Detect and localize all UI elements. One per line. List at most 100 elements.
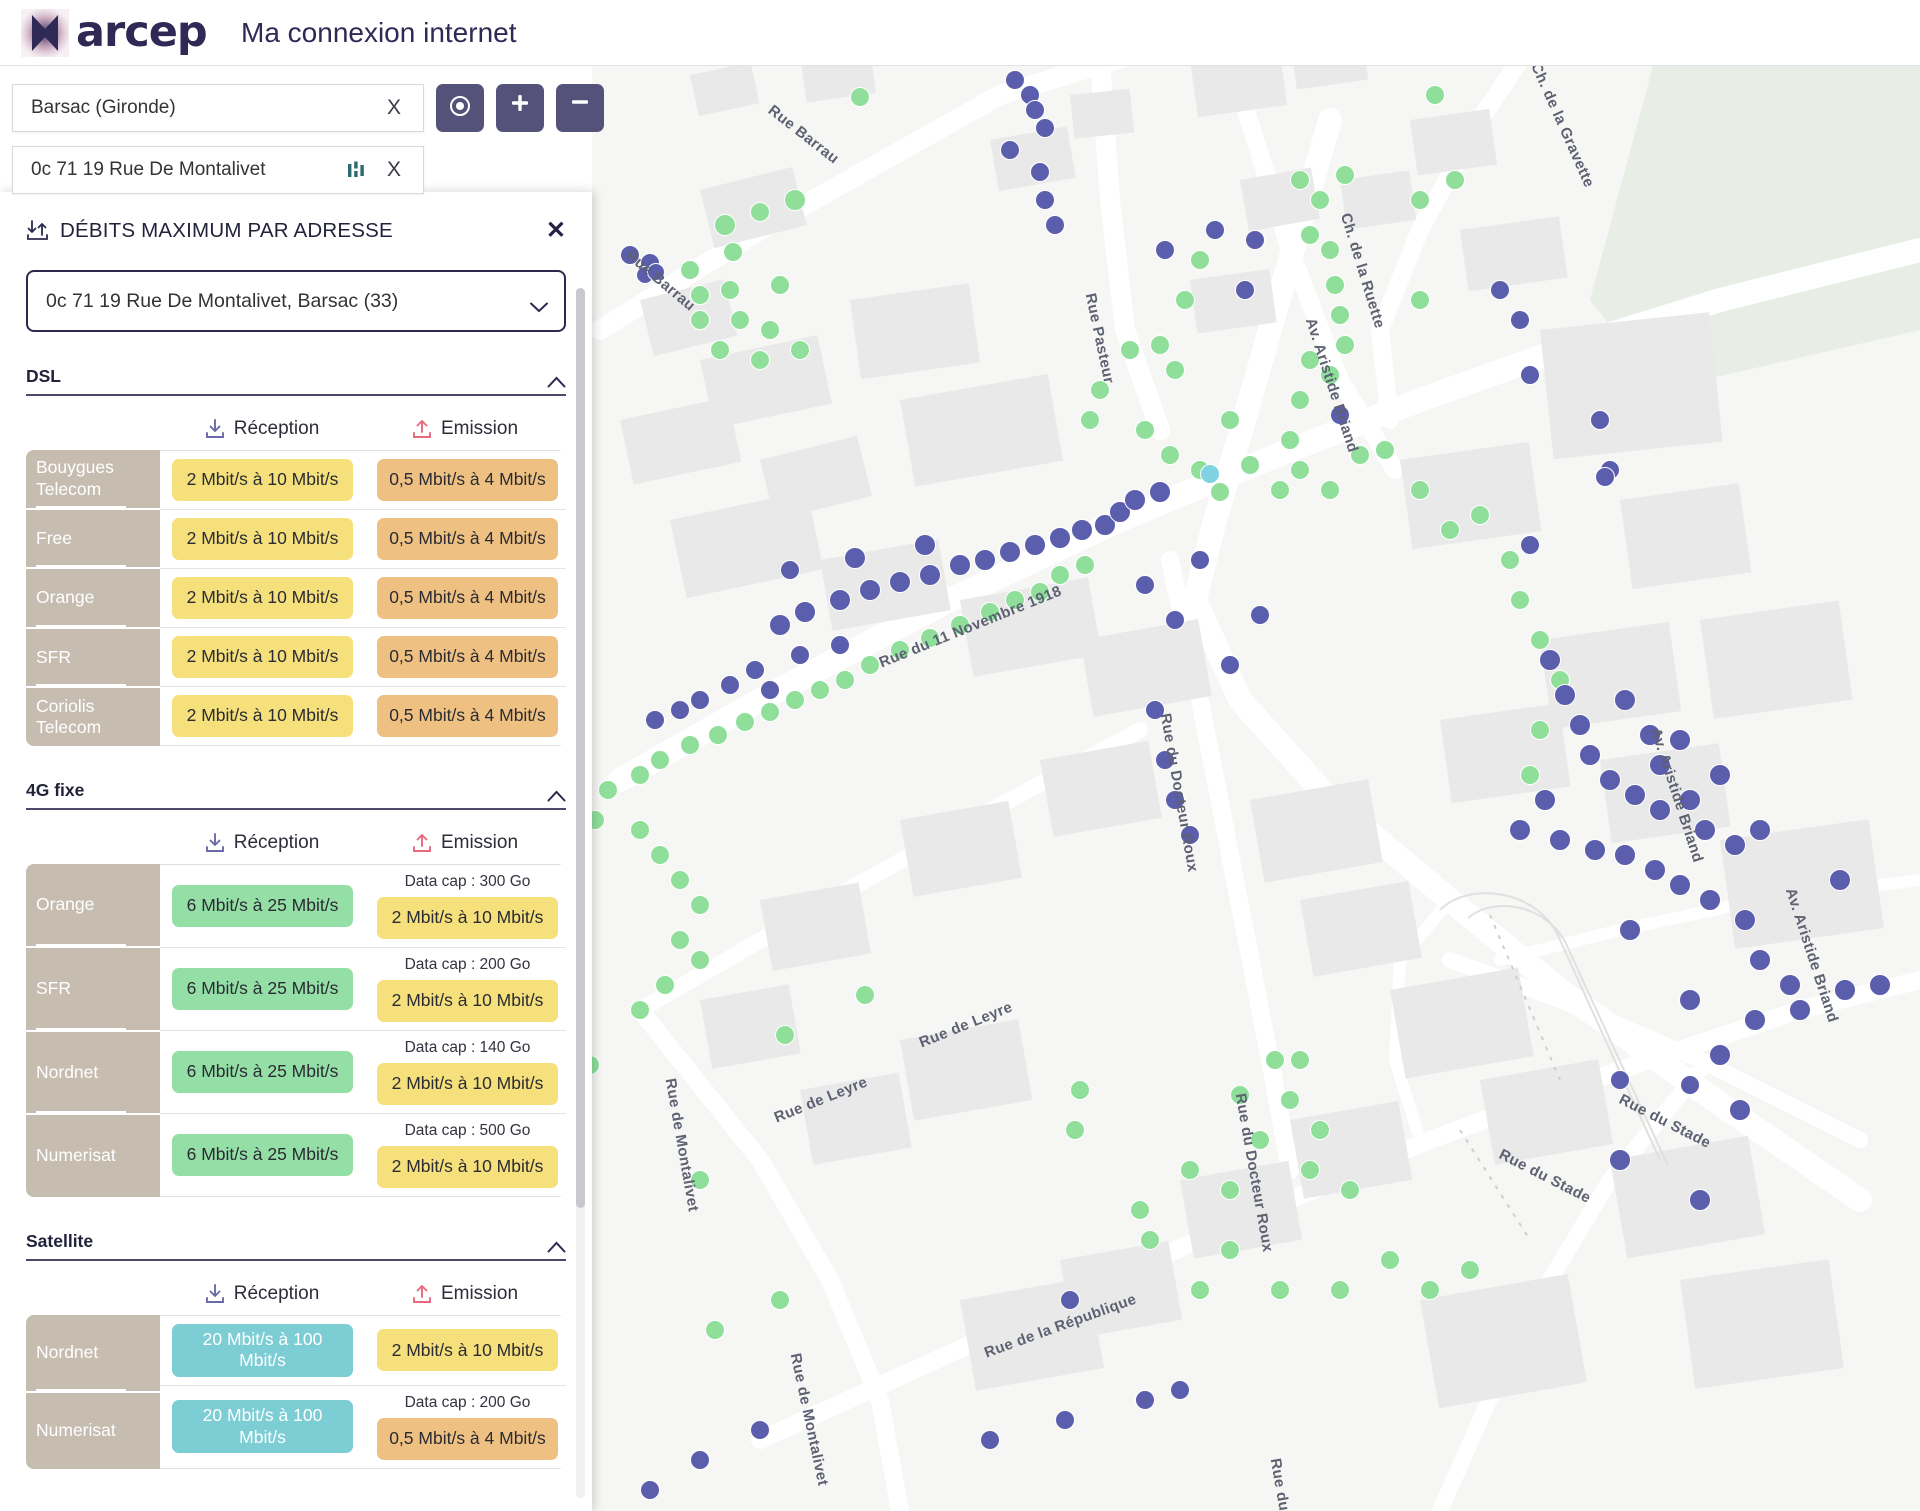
map-dot-blue[interactable] bbox=[1539, 649, 1561, 671]
map-dot-green[interactable] bbox=[630, 820, 650, 840]
map-dot-blue[interactable] bbox=[750, 1420, 770, 1440]
map-dot-blue[interactable] bbox=[790, 645, 810, 665]
map-dot-blue[interactable] bbox=[1135, 1390, 1155, 1410]
map-dot-blue[interactable] bbox=[1060, 1290, 1080, 1310]
map-dot-blue[interactable] bbox=[1595, 467, 1615, 487]
map-dot-green[interactable] bbox=[1320, 240, 1340, 260]
map-dot-blue[interactable] bbox=[1170, 1380, 1190, 1400]
map-dot-blue[interactable] bbox=[1834, 979, 1856, 1001]
map-dot-green[interactable] bbox=[630, 1000, 650, 1020]
map-dot-blue[interactable] bbox=[1024, 534, 1046, 556]
map-dot-blue[interactable] bbox=[690, 1450, 710, 1470]
map-dot-blue[interactable] bbox=[1509, 819, 1531, 841]
map-dot-blue[interactable] bbox=[794, 601, 816, 623]
map-dot-green[interactable] bbox=[1325, 275, 1345, 295]
map-dot-blue[interactable] bbox=[745, 660, 765, 680]
map-dot-green[interactable] bbox=[1445, 170, 1465, 190]
map-dot-green[interactable] bbox=[770, 1290, 790, 1310]
map-dot-blue[interactable] bbox=[914, 534, 936, 556]
map-dot-green[interactable] bbox=[1410, 480, 1430, 500]
close-icon[interactable]: ✕ bbox=[546, 219, 566, 243]
map-dot-blue[interactable] bbox=[1679, 989, 1701, 1011]
map-dot-green[interactable] bbox=[1375, 440, 1395, 460]
map-dot-green[interactable] bbox=[690, 310, 710, 330]
map-dot-green[interactable] bbox=[1335, 335, 1355, 355]
map-dot-green[interactable] bbox=[1280, 430, 1300, 450]
map-dot-blue[interactable] bbox=[1035, 118, 1055, 138]
map-dot-blue[interactable] bbox=[1520, 365, 1540, 385]
map-dot-blue[interactable] bbox=[760, 680, 780, 700]
map-dot-blue[interactable] bbox=[829, 589, 851, 611]
map-dot-green[interactable] bbox=[723, 242, 743, 262]
map-dot-green[interactable] bbox=[855, 985, 875, 1005]
address-clear-button[interactable]: X bbox=[379, 158, 409, 182]
map-dot-blue[interactable] bbox=[1000, 140, 1020, 160]
panel-scrollbar[interactable] bbox=[576, 288, 585, 1498]
map-dot-blue[interactable] bbox=[1549, 829, 1571, 851]
map-dot-green[interactable] bbox=[1270, 1280, 1290, 1300]
map-dot-blue[interactable] bbox=[1554, 684, 1576, 706]
map-dot-green[interactable] bbox=[1340, 1180, 1360, 1200]
map-dot-blue[interactable] bbox=[640, 1480, 660, 1500]
address-search-input[interactable]: 0c 71 19 Rue De Montalivet X bbox=[12, 146, 424, 194]
map-dot-blue[interactable] bbox=[919, 564, 941, 586]
map-dot-blue[interactable] bbox=[1135, 575, 1155, 595]
map-dot-green[interactable] bbox=[1070, 1080, 1090, 1100]
zoom-in-button[interactable] bbox=[496, 84, 544, 132]
map-dot-green[interactable] bbox=[1290, 460, 1310, 480]
map-dot-green[interactable] bbox=[1175, 290, 1195, 310]
map-dot-green[interactable] bbox=[720, 280, 740, 300]
map-dot-blue[interactable] bbox=[1190, 550, 1210, 570]
map-dot-blue[interactable] bbox=[1649, 799, 1671, 821]
map-dot-blue[interactable] bbox=[1584, 839, 1606, 861]
map-dot-blue[interactable] bbox=[1590, 410, 1610, 430]
map-dot-blue[interactable] bbox=[670, 700, 690, 720]
map-dot-blue[interactable] bbox=[720, 675, 740, 695]
map-dot-green[interactable] bbox=[1520, 765, 1540, 785]
map-dot-blue[interactable] bbox=[1520, 535, 1540, 555]
map-dot-blue[interactable] bbox=[1669, 874, 1691, 896]
map-dot-green[interactable] bbox=[1335, 165, 1355, 185]
map-dot-green[interactable] bbox=[1140, 1230, 1160, 1250]
map-dot-green[interactable] bbox=[1530, 630, 1550, 650]
map-dot-cyan[interactable] bbox=[1200, 464, 1220, 484]
map-dot-green[interactable] bbox=[1425, 85, 1445, 105]
map-dot-green[interactable] bbox=[1320, 480, 1340, 500]
map-dot-green[interactable] bbox=[1075, 555, 1095, 575]
map-dot-blue[interactable] bbox=[1124, 489, 1146, 511]
map-dot-green[interactable] bbox=[1330, 305, 1350, 325]
map-dot-green[interactable] bbox=[690, 895, 710, 915]
map-dot-green[interactable] bbox=[760, 320, 780, 340]
map-dot-green[interactable] bbox=[650, 750, 670, 770]
map-dot-green[interactable] bbox=[1410, 190, 1430, 210]
map-dot-green[interactable] bbox=[1500, 550, 1520, 570]
map-dot-blue[interactable] bbox=[844, 547, 866, 569]
map-dot-blue[interactable] bbox=[980, 1430, 1000, 1450]
map-dot-green[interactable] bbox=[1120, 340, 1140, 360]
map-dot-blue[interactable] bbox=[1049, 527, 1071, 549]
map-dot-blue[interactable] bbox=[769, 614, 791, 636]
map-dot-green[interactable] bbox=[1310, 1120, 1330, 1140]
map-dot-blue[interactable] bbox=[974, 549, 996, 571]
map-dot-green[interactable] bbox=[690, 950, 710, 970]
map-dot-green[interactable] bbox=[790, 340, 810, 360]
map-dot-green[interactable] bbox=[630, 765, 650, 785]
map-dot-green[interactable] bbox=[760, 702, 780, 722]
map-dot-green[interactable] bbox=[1310, 190, 1330, 210]
map-dot-green[interactable] bbox=[1290, 1050, 1310, 1070]
map-dot-green[interactable] bbox=[1470, 505, 1490, 525]
map-dot-green[interactable] bbox=[1280, 1090, 1300, 1110]
map-dot-blue[interactable] bbox=[1614, 844, 1636, 866]
chevron-up-icon[interactable] bbox=[547, 789, 566, 802]
map-dot-green[interactable] bbox=[1530, 720, 1550, 740]
map-dot-blue[interactable] bbox=[1569, 714, 1591, 736]
map-dot-blue[interactable] bbox=[1071, 519, 1093, 541]
map-dot-blue[interactable] bbox=[1490, 280, 1510, 300]
chevron-up-icon[interactable] bbox=[547, 375, 566, 388]
map-dot-blue[interactable] bbox=[949, 554, 971, 576]
map-dot-green[interactable] bbox=[1190, 1280, 1210, 1300]
map-dot-green[interactable] bbox=[1290, 170, 1310, 190]
map-dot-blue[interactable] bbox=[1205, 220, 1225, 240]
map-dot-blue[interactable] bbox=[1579, 744, 1601, 766]
map-dot-green[interactable] bbox=[835, 670, 855, 690]
